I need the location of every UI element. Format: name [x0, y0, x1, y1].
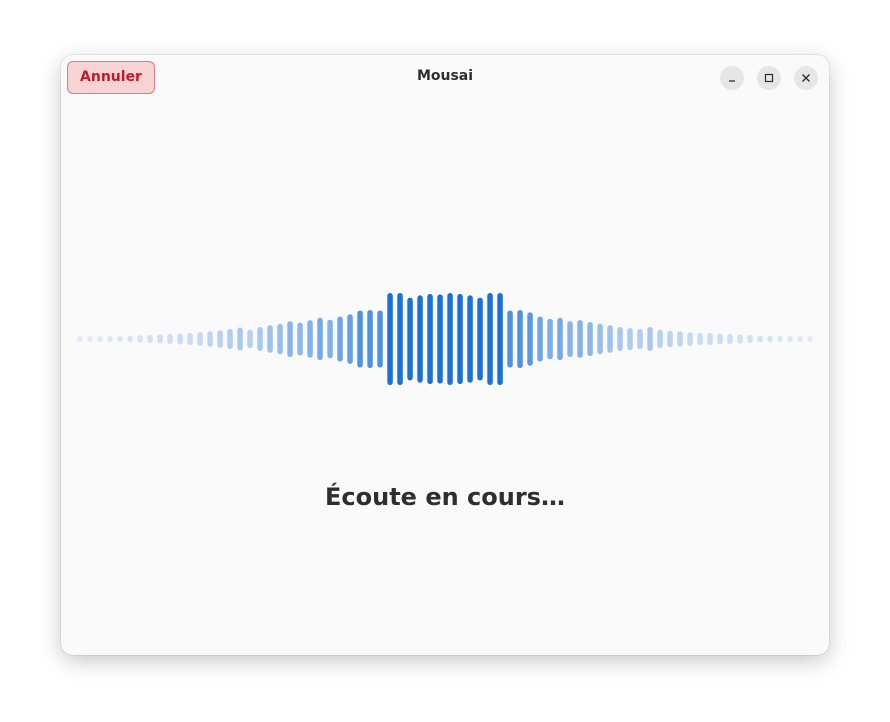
waveform-bar [287, 321, 293, 357]
waveform-bar [617, 327, 623, 351]
maximize-icon [764, 73, 774, 83]
header-bar: Annuler Mousai [61, 55, 829, 101]
waveform-bar [327, 319, 333, 359]
waveform-bar [457, 293, 463, 385]
waveform-bar [387, 293, 393, 385]
waveform-bar [757, 335, 763, 343]
waveform-bar [267, 325, 273, 353]
waveform-bar [487, 293, 493, 385]
waveform-bar [357, 310, 363, 368]
waveform-bar [647, 327, 653, 351]
maximize-button[interactable] [757, 66, 781, 90]
waveform-bar [317, 317, 323, 361]
waveform-bar [477, 297, 483, 381]
waveform-bar [707, 333, 713, 345]
waveform-bar [257, 327, 263, 351]
waveform-bar [517, 310, 523, 368]
waveform-bar [127, 335, 133, 343]
minimize-button[interactable] [720, 66, 744, 90]
waveform-bar [637, 328, 643, 350]
waveform-bar [297, 322, 303, 356]
waveform-bar [277, 323, 283, 355]
waveform-bar [807, 336, 813, 342]
waveform-bar [207, 331, 213, 347]
waveform-bar [97, 336, 103, 342]
waveform-bar [537, 316, 543, 362]
waveform-bar [787, 336, 793, 342]
waveform-bar [577, 320, 583, 358]
waveform-bar [597, 323, 603, 355]
close-button[interactable] [794, 66, 818, 90]
waveform-bar [377, 310, 383, 368]
waveform-bar [177, 333, 183, 345]
waveform-bar [797, 336, 803, 342]
waveform-bar [467, 295, 473, 383]
waveform-bar [507, 310, 513, 368]
waveform-bar [417, 295, 423, 383]
waveform-bar [197, 332, 203, 346]
waveform-bar [167, 333, 173, 344]
waveform-bar [567, 321, 573, 357]
waveform-bar [87, 336, 93, 342]
waveform-bar [367, 310, 373, 368]
waveform-bar [157, 334, 163, 344]
waveform-bar [737, 334, 743, 344]
waveform-bar [747, 334, 753, 344]
waveform-bar [337, 316, 343, 362]
waveform-bar [767, 335, 773, 343]
waveform-bar [687, 332, 693, 346]
waveform-bar [547, 318, 553, 360]
waveform-bar [117, 336, 123, 342]
waveform-bar [227, 328, 233, 350]
waveform-bar [137, 335, 143, 343]
waveform-bar [237, 327, 243, 351]
waveform-bar [107, 336, 113, 342]
waveform-bar [187, 333, 193, 345]
waveform-bar [427, 293, 433, 385]
audio-waveform [77, 293, 813, 385]
listening-status: Écoute en cours… [325, 483, 565, 511]
waveform-bar [697, 333, 703, 345]
app-window: Annuler Mousai Écoute en cours… [61, 55, 829, 655]
waveform-bar [307, 320, 313, 358]
minimize-icon [729, 80, 735, 82]
waveform-bar [447, 293, 453, 385]
window-title: Mousai [416, 68, 474, 84]
waveform-bar [147, 334, 153, 344]
waveform-bar [397, 293, 403, 385]
waveform-bar [587, 322, 593, 356]
waveform-bar [557, 317, 563, 361]
waveform-bar [717, 333, 723, 345]
waveform-bar [607, 325, 613, 353]
waveform-bar [727, 333, 733, 344]
waveform-bar [627, 328, 633, 351]
waveform-bar [77, 336, 83, 342]
waveform-bar [347, 314, 353, 364]
waveform-bar [777, 336, 783, 342]
waveform-bar [657, 329, 663, 349]
waveform-bar [497, 293, 503, 385]
waveform-bar [437, 294, 443, 384]
waveform-bar [247, 329, 253, 349]
waveform-bar [217, 330, 223, 348]
close-icon [802, 74, 810, 82]
waveform-bar [407, 297, 413, 381]
waveform-bar [527, 312, 533, 366]
waveform-bar [677, 331, 683, 347]
waveform-bar [667, 330, 673, 348]
